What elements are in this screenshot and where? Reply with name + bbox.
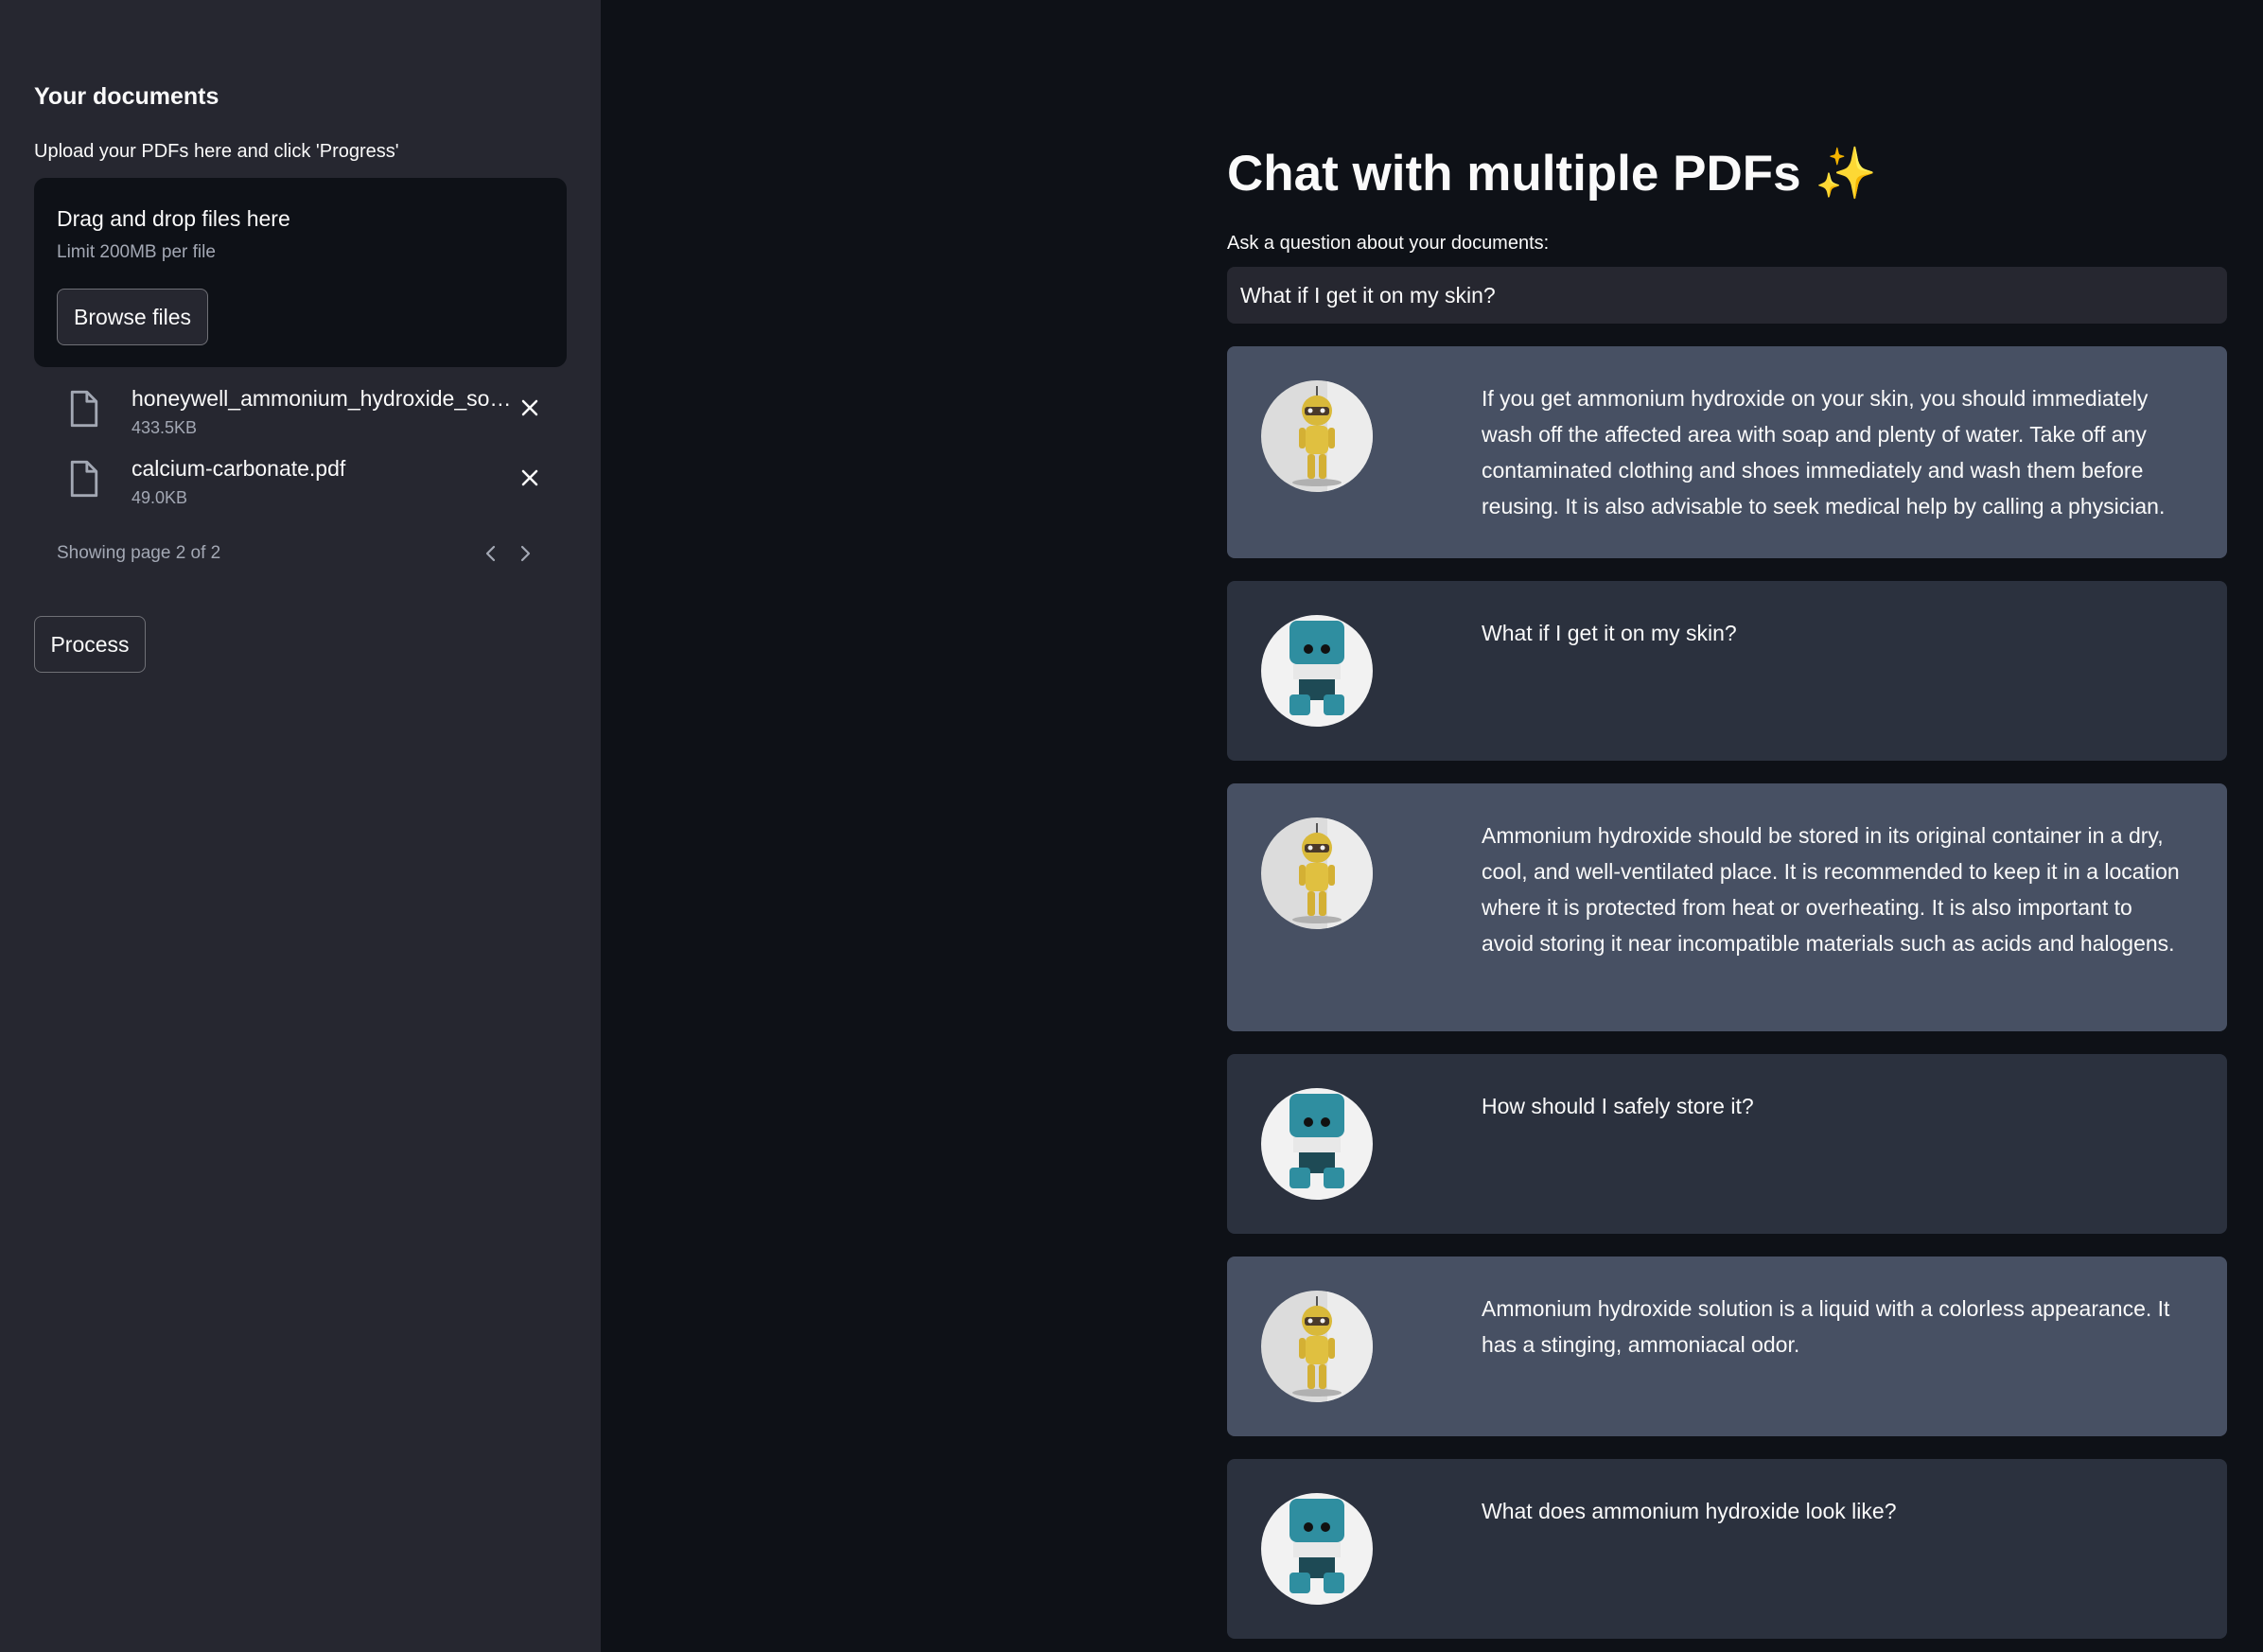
browse-files-button[interactable]: Browse files <box>57 289 208 345</box>
user-message: What does ammonium hydroxide look like? <box>1227 1459 2227 1639</box>
uploaded-file-item: calcium-carbonate.pdf 49.0KB <box>34 452 567 518</box>
file-icon <box>70 390 98 428</box>
blue-robot-avatar <box>1261 1088 1373 1200</box>
file-size: 433.5KB <box>132 418 198 437</box>
bot-message: Ammonium hydroxide should be stored in i… <box>1227 783 2227 1031</box>
chevron-right-icon <box>520 545 531 562</box>
file-size: 49.0KB <box>132 488 188 507</box>
message-text: What if I get it on my skin? <box>1482 621 1737 645</box>
message-text: Ammonium hydroxide solution is a liquid … <box>1482 1296 2170 1357</box>
file-dropzone[interactable]: Drag and drop files here Limit 200MB per… <box>34 178 567 367</box>
pagination-text: Showing page 2 of 2 <box>57 543 221 563</box>
close-icon <box>521 399 538 416</box>
upload-label: Upload your PDFs here and click 'Progres… <box>34 141 399 162</box>
previous-page-button[interactable] <box>479 541 503 566</box>
yellow-robot-avatar <box>1261 380 1373 492</box>
process-button[interactable]: Process <box>34 616 146 673</box>
close-icon <box>521 469 538 486</box>
user-message: How should I safely store it? <box>1227 1054 2227 1234</box>
dropzone-title: Drag and drop files here <box>57 206 290 231</box>
message-text: Ammonium hydroxide should be stored in i… <box>1482 823 2180 956</box>
sidebar: Your documents Upload your PDFs here and… <box>0 0 601 1652</box>
question-input[interactable] <box>1227 267 2227 324</box>
yellow-robot-avatar <box>1261 1291 1373 1402</box>
chevron-left-icon <box>485 545 496 562</box>
remove-file-button[interactable] <box>516 394 544 422</box>
sidebar-title: Your documents <box>34 83 219 110</box>
dropzone-limit: Limit 200MB per file <box>57 242 216 262</box>
uploaded-file-item: honeywell_ammonium_hydroxide_so… 433.5KB <box>34 382 567 448</box>
file-icon <box>70 460 98 498</box>
message-text: How should I safely store it? <box>1482 1094 1754 1118</box>
blue-robot-avatar <box>1261 1493 1373 1605</box>
message-text: What does ammonium hydroxide look like? <box>1482 1499 1897 1523</box>
bot-message: Ammonium hydroxide solution is a liquid … <box>1227 1257 2227 1436</box>
remove-file-button[interactable] <box>516 464 544 492</box>
page-title: Chat with multiple PDFs ✨ <box>1227 146 1878 202</box>
next-page-button[interactable] <box>513 541 537 566</box>
user-message: What if I get it on my skin? <box>1227 581 2227 761</box>
file-name: calcium-carbonate.pdf <box>132 456 346 481</box>
bot-message: If you get ammonium hydroxide on your sk… <box>1227 346 2227 558</box>
blue-robot-avatar <box>1261 615 1373 727</box>
question-label: Ask a question about your documents: <box>1227 233 1550 254</box>
file-name: honeywell_ammonium_hydroxide_so… <box>132 386 512 411</box>
yellow-robot-avatar <box>1261 817 1373 929</box>
message-text: If you get ammonium hydroxide on your sk… <box>1482 386 2166 518</box>
